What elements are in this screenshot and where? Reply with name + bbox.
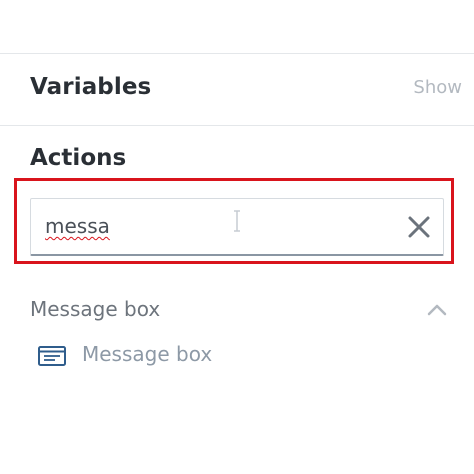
show-variables-link[interactable]: Show: [413, 77, 462, 98]
action-item-label: Message box: [82, 342, 213, 366]
variables-divider: [0, 125, 474, 126]
message-box-icon: [38, 346, 66, 366]
variables-heading: Variables: [30, 74, 152, 100]
actions-heading: Actions: [30, 145, 127, 171]
text-cursor-icon: [234, 210, 240, 232]
action-search-input[interactable]: messa: [30, 198, 444, 256]
search-input-value: messa: [45, 214, 110, 238]
group-header-message-box[interactable]: Message box: [30, 297, 160, 321]
action-item-message-box[interactable]: Message box: [36, 338, 436, 372]
clear-search-icon[interactable]: [407, 215, 431, 239]
top-divider: [0, 53, 474, 54]
chevron-up-icon[interactable]: [426, 302, 448, 316]
actions-pane: Variables Show Actions messa Message box…: [0, 0, 474, 474]
